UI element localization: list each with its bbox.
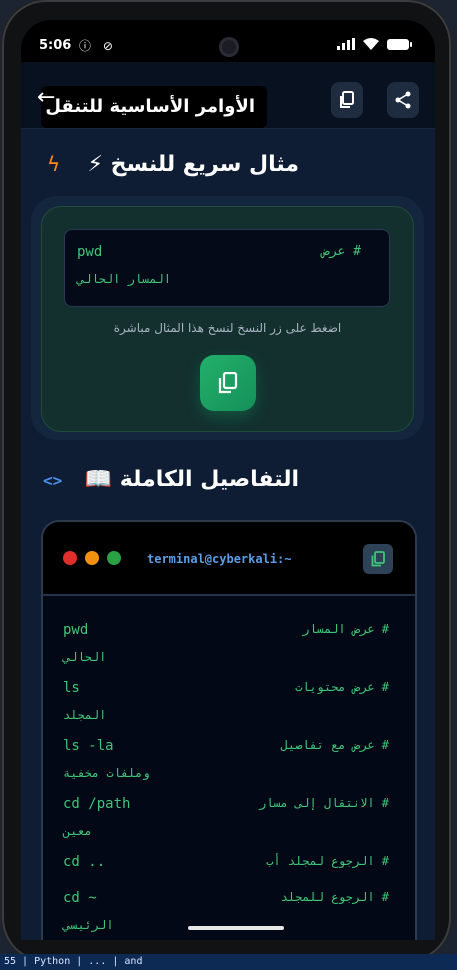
terminal-comment: # الرجوع للمجلد xyxy=(280,890,389,904)
terminal-command: cd ~ xyxy=(63,890,97,906)
flash-icon: ϟ xyxy=(47,152,61,176)
bottom-strip: 55 | Python | ... | and xyxy=(0,954,457,970)
quick-comment: # عرض xyxy=(321,244,361,259)
terminal-copy-button[interactable] xyxy=(363,544,393,574)
terminal-comment: # عرض المسار xyxy=(302,622,389,636)
copy-hint: اضغط على زر النسخ لنسخ هذا المثال مباشرة xyxy=(113,321,342,335)
quick-comment-wrap: المسار الحالي xyxy=(77,272,171,286)
terminal-comment: # الانتقال إلى مسار xyxy=(258,796,389,810)
code-icon: <> xyxy=(43,471,63,490)
phone-frame: 5:06 ⓘ ⊘ الأوامر الأساسية للتنقل ← مثال … xyxy=(2,0,451,962)
battery-icon xyxy=(387,38,412,50)
maximize-dot-icon xyxy=(107,551,121,565)
terminal-comment-wrap: معين xyxy=(63,824,92,838)
copy-icon xyxy=(218,372,238,394)
copy-example-button[interactable] xyxy=(200,355,256,411)
terminal-comment: # الرجوع لمجلد أب xyxy=(266,854,389,868)
signal-icon xyxy=(337,38,355,50)
terminal-comment-wrap: الرئيسي xyxy=(63,918,114,932)
share-button[interactable] xyxy=(387,82,419,118)
quick-example-heading: مثال سريع للنسخ ⚡ xyxy=(87,152,299,177)
front-camera xyxy=(219,37,239,57)
back-arrow-icon[interactable]: ← xyxy=(37,87,55,109)
minimize-dot-icon xyxy=(85,551,99,565)
terminal-comment-wrap: وملفات مخفية xyxy=(63,766,150,780)
page-title: الأوامر الأساسية للتنقل xyxy=(41,86,267,128)
terminal-window: terminal@cyberkali:~ pwd # عرض المسار الحا… xyxy=(41,520,417,940)
details-heading: التفاصيل الكاملة 📖 xyxy=(84,467,299,492)
close-dot-icon xyxy=(63,551,77,565)
copy-icon xyxy=(371,551,385,567)
app-screen: 5:06 ⓘ ⊘ الأوامر الأساسية للتنقل ← مثال … xyxy=(21,20,435,940)
home-indicator[interactable] xyxy=(188,926,284,930)
terminal-comment: # عرض محتويات xyxy=(295,680,389,694)
terminal-command: cd .. xyxy=(63,854,106,870)
quick-example-card: pwd # عرض المسار الحالي اضغط على زر النس… xyxy=(31,196,424,440)
terminal-header: terminal@cyberkali:~ xyxy=(43,522,415,596)
terminal-comment-wrap: الحالي xyxy=(63,650,107,664)
terminal-command: cd /path xyxy=(63,796,131,812)
status-time: 5:06 xyxy=(39,38,72,53)
terminal-comment-wrap: المجلد xyxy=(63,708,107,722)
quick-example-inner: pwd # عرض المسار الحالي اضغط على زر النس… xyxy=(41,206,414,432)
status-info-icons: ⓘ ⊘ xyxy=(79,39,117,53)
quick-code-box: pwd # عرض المسار الحالي xyxy=(64,229,390,307)
copy-page-button[interactable] xyxy=(331,82,363,118)
terminal-title: terminal@cyberkali:~ xyxy=(147,552,292,566)
app-bar: الأوامر الأساسية للتنقل ← xyxy=(21,62,435,129)
terminal-command: ls -la xyxy=(63,738,114,754)
copy-icon xyxy=(340,91,354,108)
share-icon xyxy=(395,91,411,109)
terminal-comment: # عرض مع تفاصيل xyxy=(280,738,389,752)
wifi-icon xyxy=(363,38,379,50)
quick-command: pwd xyxy=(77,244,103,260)
terminal-command: pwd xyxy=(63,622,89,638)
terminal-command: ls xyxy=(63,680,80,696)
